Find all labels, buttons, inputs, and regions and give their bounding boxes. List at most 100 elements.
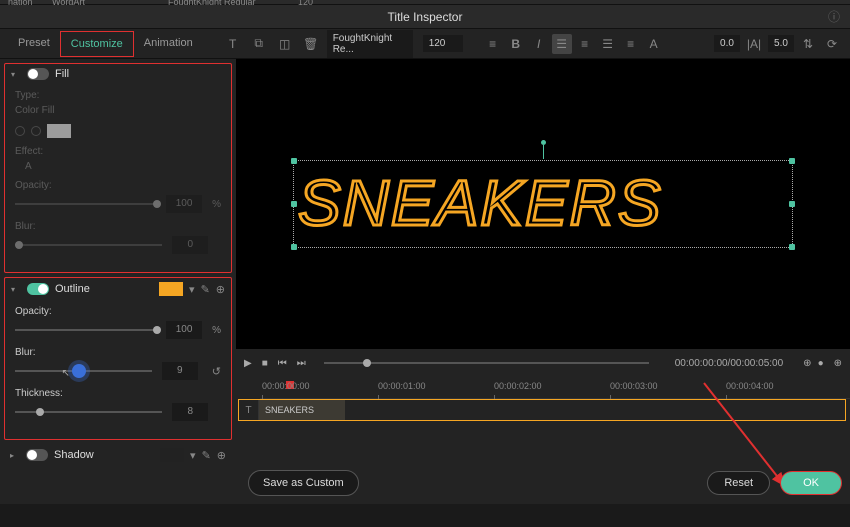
chevron-down-icon[interactable]: ▾ — [189, 283, 195, 296]
align-left-icon[interactable]: ☰ — [552, 34, 572, 54]
outline-opacity-label: Opacity: — [15, 306, 221, 317]
fill-opacity-label: Opacity: — [15, 180, 221, 191]
chevron-down-icon[interactable]: ▾ — [11, 285, 21, 294]
resize-handle[interactable] — [291, 201, 297, 207]
align-center-icon[interactable]: ≡ — [575, 34, 595, 54]
outline-blur-value[interactable]: 9 — [162, 362, 198, 380]
reset-button[interactable]: Reset — [707, 471, 770, 495]
tracking-icon[interactable]: |A| — [744, 34, 764, 54]
fill-type-value[interactable]: Color Fill — [15, 105, 221, 116]
footer-buttons: Save as Custom Reset OK — [248, 468, 842, 498]
align-right-icon[interactable]: ☰ — [598, 34, 618, 54]
outline-color-swatch[interactable] — [159, 282, 183, 296]
fill-toggle[interactable] — [27, 68, 49, 80]
window-title-bar: Title Inspector ⓘ — [0, 5, 850, 29]
text-track-icon: T — [239, 400, 259, 420]
timeline-track[interactable]: T SNEAKERS — [238, 399, 846, 421]
chevron-down-icon[interactable]: ▾ — [190, 449, 196, 462]
preview-canvas[interactable]: SNEAKERS — [236, 59, 850, 349]
next-frame-icon[interactable]: ⏭ — [297, 358, 306, 369]
outline-title: Outline — [55, 283, 90, 295]
fill-effect-value[interactable]: A — [15, 161, 221, 172]
cursor-icon: ↖ — [62, 368, 70, 379]
toolbar: Preset Customize Animation T ⧉ ◫ 🗑 Fough… — [0, 29, 850, 59]
fill-color-radio-1[interactable] — [15, 126, 25, 136]
timecode: 00:00:00:00/00:00:05:00 — [675, 358, 783, 369]
outline-opacity-value[interactable]: 100 — [166, 321, 202, 339]
scrub-slider[interactable] — [324, 362, 649, 364]
tab-preset[interactable]: Preset — [8, 31, 60, 57]
font-select[interactable]: FoughtKnight Re... — [327, 30, 413, 58]
resize-handle[interactable] — [789, 158, 795, 164]
section-outline: ▾ Outline ▾ ✎ ⊕ Opacity: 100 % — [4, 277, 232, 440]
timeline-ruler[interactable]: 00:00:00:00 00:00:01:00 00:00:02:00 00:0… — [260, 381, 850, 399]
outline-opacity-slider[interactable] — [15, 329, 156, 331]
text-align-icon[interactable]: A — [644, 34, 664, 54]
fill-effect-label: Effect: — [15, 146, 221, 157]
type-tool-icon[interactable]: T — [223, 34, 243, 54]
panel-tabs: Preset Customize Animation — [8, 31, 203, 57]
refresh-icon[interactable]: ⟳ — [822, 34, 842, 54]
outline-thickness-slider[interactable] — [15, 411, 162, 413]
resize-handle[interactable] — [291, 244, 297, 250]
resize-handle[interactable] — [291, 158, 297, 164]
resize-handle[interactable] — [789, 201, 795, 207]
add-icon[interactable]: ⊕ — [217, 449, 226, 462]
prev-frame-icon[interactable]: ⏮ — [278, 358, 287, 369]
fill-blur-slider[interactable] — [15, 244, 162, 246]
resize-handle[interactable] — [789, 244, 795, 250]
text-bounding-box[interactable]: SNEAKERS — [293, 160, 793, 248]
tab-customize[interactable]: Customize — [60, 31, 134, 57]
fill-opacity-value[interactable]: 100 — [166, 195, 202, 213]
fill-color-radio-2[interactable] — [31, 126, 41, 136]
tab-animation[interactable]: Animation — [134, 31, 203, 57]
outline-blur-slider[interactable]: ↖ — [15, 370, 152, 372]
chevron-right-icon[interactable]: ▸ — [10, 451, 20, 460]
bold-icon[interactable]: B — [506, 34, 526, 54]
preview-pane: SNEAKERS ▶ ■ ⏮ ⏭ 00:00:00:00/00:00:05:00… — [236, 59, 850, 504]
eyedropper-icon[interactable]: ✎ — [202, 449, 211, 462]
reset-icon[interactable]: ↺ — [212, 365, 221, 378]
svg-text:SNEAKERS: SNEAKERS — [298, 167, 663, 239]
fill-opacity-slider[interactable] — [15, 203, 156, 205]
shadow-toggle[interactable] — [26, 449, 48, 461]
playback-controls: ▶ ■ ⏮ ⏭ 00:00:00:00/00:00:05:00 ⊕ ● ⊕ — [236, 349, 850, 377]
align-baseline-icon[interactable]: ≡ — [483, 34, 503, 54]
shadow-title: Shadow — [54, 449, 94, 461]
outline-thickness-label: Thickness: — [15, 388, 221, 399]
stop-icon[interactable]: ■ — [262, 358, 268, 369]
title-text[interactable]: SNEAKERS — [298, 167, 788, 241]
trash-icon[interactable]: 🗑 — [301, 34, 321, 54]
eyedropper-icon[interactable]: ✎ — [201, 283, 210, 296]
save-as-custom-button[interactable]: Save as Custom — [248, 470, 359, 496]
leading-field[interactable]: 5.0 — [768, 35, 794, 52]
italic-icon[interactable]: I — [529, 34, 549, 54]
zoom-playhead-icon[interactable]: ● — [818, 358, 824, 369]
fill-color-swatch[interactable] — [47, 124, 71, 138]
shadow-color-swatch[interactable] — [160, 448, 184, 462]
section-shadow: ▸ Shadow ▾ ✎ ⊕ — [4, 444, 232, 466]
leading-icon[interactable]: ⇅ — [798, 34, 818, 54]
chevron-down-icon[interactable]: ▾ — [11, 70, 21, 79]
section-fill: ▾ Fill Type: Color Fill Effect: A — [4, 63, 232, 273]
align-justify-icon[interactable]: ≡ — [621, 34, 641, 54]
window-title: Title Inspector — [388, 10, 463, 24]
tracking-field[interactable]: 0.0 — [714, 35, 740, 52]
outline-blur-label: Blur: — [15, 347, 221, 358]
crop-icon[interactable]: ⧉ — [249, 34, 269, 54]
font-size-select[interactable]: 120 — [423, 35, 463, 52]
timeline-clip[interactable]: SNEAKERS — [259, 400, 345, 420]
add-icon[interactable]: ⊕ — [216, 283, 225, 296]
outline-thickness-value[interactable]: 8 — [172, 403, 208, 421]
fill-blur-value[interactable]: 0 — [172, 236, 208, 254]
zoom-in-icon[interactable]: ⊕ — [834, 358, 842, 369]
properties-panel: ▾ Fill Type: Color Fill Effect: A — [0, 59, 236, 504]
outline-toggle[interactable] — [27, 283, 49, 295]
zoom-fit-icon[interactable]: ⊕ — [803, 358, 811, 369]
ok-button[interactable]: OK — [780, 471, 842, 495]
play-icon[interactable]: ▶ — [244, 358, 252, 369]
select-icon[interactable]: ◫ — [275, 34, 295, 54]
fill-title: Fill — [55, 68, 69, 80]
rotation-handle-icon[interactable] — [543, 145, 544, 159]
help-icon[interactable]: ⓘ — [828, 8, 840, 25]
